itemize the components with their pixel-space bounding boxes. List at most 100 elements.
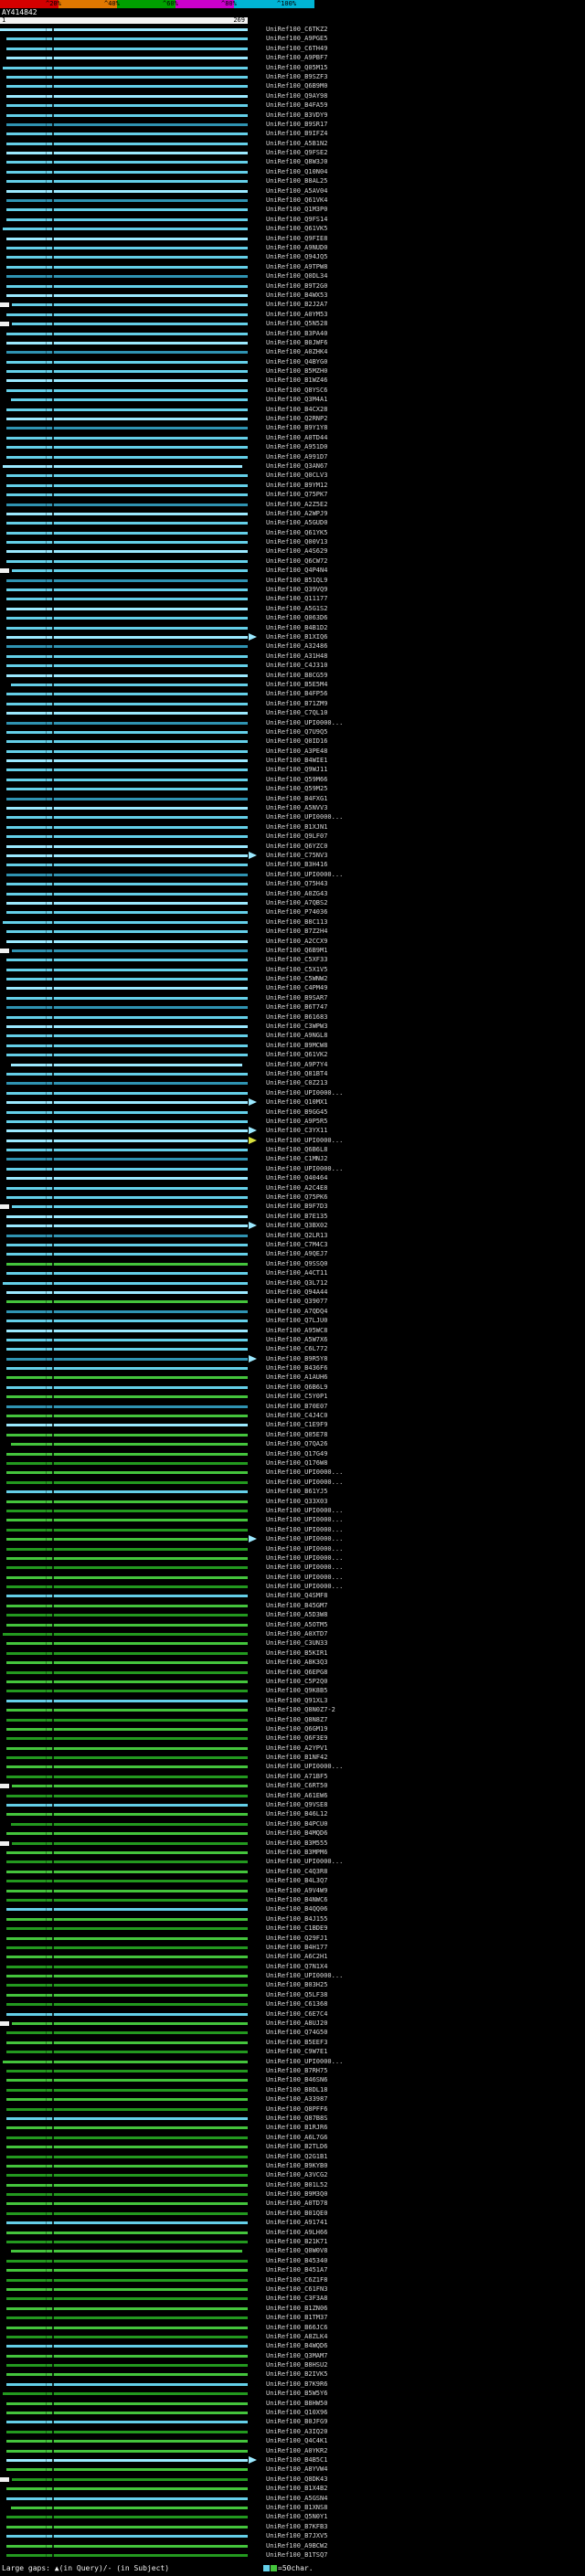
- hit-label[interactable]: UniRef100_A9PGE5: [266, 35, 327, 43]
- hit-label[interactable]: UniRef100_Q8YSC6: [266, 387, 327, 395]
- hit-alignment-bar[interactable]: [6, 2449, 248, 2453]
- hit-alignment-bar[interactable]: [6, 2430, 248, 2433]
- hit-alignment-bar[interactable]: [6, 265, 248, 269]
- hit-label[interactable]: UniRef100_B9GG45: [266, 1108, 327, 1117]
- hit-label[interactable]: UniRef100_B8HW50: [266, 2400, 327, 2408]
- hit-label[interactable]: UniRef100_Q0W0V8: [266, 2247, 327, 2255]
- hit-label[interactable]: UniRef100_Q176W8: [266, 1459, 327, 1468]
- hit-alignment-bar[interactable]: [6, 503, 248, 506]
- hit-alignment-bar[interactable]: [6, 199, 248, 203]
- hit-label[interactable]: UniRef100_B7KFB3: [266, 2523, 327, 2531]
- hit-alignment-bar[interactable]: [6, 911, 248, 915]
- hit-label[interactable]: UniRef100_Q6F3E9: [266, 1734, 327, 1743]
- hit-alignment-bar[interactable]: [6, 1709, 248, 1712]
- hit-label[interactable]: UniRef100_Q6B9M1: [266, 947, 327, 955]
- hit-alignment-bar[interactable]: [6, 408, 248, 411]
- hit-alignment-bar[interactable]: [6, 1338, 248, 1341]
- hit-label[interactable]: UniRef100_B4FXG1: [266, 795, 327, 803]
- hit-alignment-bar[interactable]: [6, 1082, 248, 1086]
- hit-alignment-bar[interactable]: [6, 133, 248, 136]
- hit-label[interactable]: UniRef100_C6TH49: [266, 45, 327, 53]
- hit-alignment-bar[interactable]: [6, 2297, 248, 2301]
- hit-label[interactable]: UniRef100_C6E7C4: [266, 2010, 327, 2019]
- hit-alignment-bar[interactable]: [6, 578, 248, 582]
- hit-label[interactable]: UniRef100_B6T747: [266, 1003, 327, 1012]
- hit-label[interactable]: UniRef100_UPI0000...: [266, 719, 343, 727]
- hit-alignment-bar[interactable]: [6, 1575, 248, 1579]
- hit-alignment-bar[interactable]: [6, 1595, 248, 1598]
- hit-alignment-bar[interactable]: [6, 1661, 248, 1665]
- hit-label[interactable]: UniRef100_C5WNW2: [266, 975, 327, 983]
- hit-label[interactable]: UniRef100_C6RT50: [266, 1782, 327, 1790]
- hit-alignment-bar[interactable]: [6, 1538, 248, 1542]
- hit-alignment-bar[interactable]: [6, 2126, 248, 2130]
- hit-label[interactable]: UniRef100_Q4C4K1: [266, 2437, 327, 2445]
- hit-alignment-bar[interactable]: [3, 2060, 248, 2063]
- hit-label[interactable]: UniRef100_Q61VK2: [266, 1051, 327, 1059]
- hit-alignment-bar[interactable]: [6, 1129, 248, 1133]
- hit-alignment-bar[interactable]: [3, 1633, 248, 1637]
- hit-label[interactable]: UniRef100_C5X1V5: [266, 966, 327, 974]
- hit-alignment-bar[interactable]: [6, 1480, 248, 1484]
- hit-label[interactable]: UniRef100_A0XTD7: [266, 1630, 327, 1638]
- hit-label[interactable]: UniRef100_B45GM7: [266, 1602, 327, 1610]
- hit-label[interactable]: UniRef100_A5GUD0: [266, 519, 327, 527]
- hit-label[interactable]: UniRef100_Q4P4N4: [266, 567, 327, 575]
- hit-label[interactable]: UniRef100_C5XF33: [266, 956, 327, 964]
- hit-label[interactable]: UniRef100_P74036: [266, 908, 327, 917]
- hit-alignment-bar[interactable]: [3, 66, 248, 69]
- hit-alignment-bar[interactable]: [3, 2392, 248, 2396]
- hit-label[interactable]: UniRef100_B9YM12: [266, 482, 327, 490]
- hit-label[interactable]: UniRef100_B4PCU0: [266, 1820, 327, 1829]
- hit-alignment-bar[interactable]: [6, 360, 248, 364]
- hit-label[interactable]: UniRef100_A2WPJ9: [266, 510, 327, 518]
- hit-label[interactable]: UniRef100_A0ZG43: [266, 890, 327, 898]
- hit-alignment-bar[interactable]: [6, 2183, 248, 2187]
- hit-alignment-bar[interactable]: [6, 1320, 248, 1323]
- hit-alignment-bar[interactable]: [6, 1395, 248, 1399]
- hit-alignment-bar[interactable]: [6, 1566, 248, 1570]
- hit-alignment-bar[interactable]: [6, 702, 248, 705]
- hit-label[interactable]: UniRef100_A9P7Y4: [266, 1061, 327, 1069]
- hit-label[interactable]: UniRef100_A4S629: [266, 547, 327, 556]
- hit-label[interactable]: UniRef100_UPI0000...: [266, 1479, 343, 1487]
- hit-label[interactable]: UniRef100_UPI0000...: [266, 1089, 343, 1097]
- hit-label[interactable]: UniRef100_C7QL10: [266, 709, 327, 717]
- hit-alignment-bar[interactable]: [6, 778, 248, 781]
- hit-alignment-bar[interactable]: [6, 2287, 248, 2291]
- hit-alignment-bar[interactable]: [6, 835, 248, 839]
- hit-label[interactable]: UniRef100_B4WX53: [266, 292, 327, 300]
- hit-label[interactable]: UniRef100_B1RJR6: [266, 2124, 327, 2132]
- hit-alignment-bar[interactable]: [6, 1917, 248, 1921]
- hit-alignment-bar[interactable]: [6, 2269, 248, 2273]
- hit-alignment-bar[interactable]: [6, 673, 248, 677]
- hit-label[interactable]: UniRef100_B9R5Y8: [266, 1355, 327, 1363]
- hit-label[interactable]: UniRef100_Q61YK5: [266, 529, 327, 537]
- hit-alignment-bar[interactable]: [6, 617, 248, 620]
- hit-label[interactable]: UniRef100_B66JC6: [266, 2324, 327, 2332]
- hit-label[interactable]: UniRef100_A91741: [266, 2219, 327, 2227]
- hit-alignment-bar[interactable]: [6, 1490, 248, 1494]
- hit-label[interactable]: UniRef100_Q61VK5: [266, 225, 327, 233]
- hit-label[interactable]: UniRef100_Q063D6: [266, 614, 327, 622]
- hit-label[interactable]: UniRef100_A32486: [266, 642, 327, 651]
- hit-alignment-bar[interactable]: [6, 418, 248, 421]
- hit-alignment-bar[interactable]: [6, 2079, 248, 2083]
- hit-alignment-bar[interactable]: [6, 208, 248, 212]
- hit-alignment-bar[interactable]: [6, 1870, 248, 1873]
- hit-label[interactable]: UniRef100_B1WZ46: [266, 376, 327, 385]
- hit-label[interactable]: UniRef100_UPI0000...: [266, 813, 343, 822]
- hit-label[interactable]: UniRef100_A2Z5E2: [266, 501, 327, 509]
- hit-label[interactable]: UniRef100_Q40464: [266, 1174, 327, 1182]
- hit-alignment-bar[interactable]: [6, 1262, 248, 1266]
- hit-label[interactable]: UniRef100_B03H25: [266, 1981, 327, 1989]
- hit-alignment-bar[interactable]: [6, 1110, 248, 1114]
- hit-alignment-bar[interactable]: [6, 284, 248, 288]
- hit-label[interactable]: UniRef100_A5NVV3: [266, 804, 327, 812]
- hit-alignment-bar[interactable]: [6, 1585, 248, 1589]
- hit-label[interactable]: UniRef100_Q3AN67: [266, 462, 327, 471]
- hit-label[interactable]: UniRef100_B1NF42: [266, 1754, 327, 1762]
- hit-label[interactable]: UniRef100_A9NUD0: [266, 244, 327, 252]
- hit-alignment-bar[interactable]: [6, 2174, 248, 2178]
- hit-label[interactable]: UniRef100_A9TPW8: [266, 263, 327, 271]
